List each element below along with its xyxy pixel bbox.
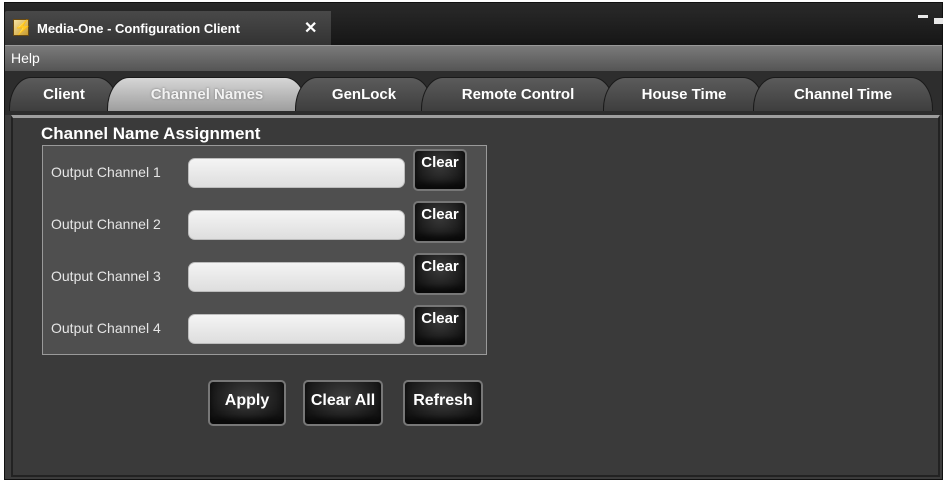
menu-item-help[interactable]: Help (11, 50, 40, 66)
tab-house-time[interactable]: House Time (603, 77, 765, 111)
output-channel-4-input[interactable] (188, 314, 405, 344)
output-channel-4-label: Output Channel 4 (51, 320, 161, 336)
clear-channel-1-button[interactable]: Clear (413, 149, 467, 191)
tab-remote-control[interactable]: Remote Control (421, 77, 615, 111)
tab-genlock[interactable]: GenLock (295, 77, 433, 111)
apply-button[interactable]: Apply (208, 380, 286, 426)
window-title: Media-One - Configuration Client (37, 21, 240, 36)
output-channel-1-label: Output Channel 1 (51, 164, 161, 180)
lightning-icon: ⚡ (13, 19, 32, 36)
app-window: ⚡ Media-One - Configuration Client ✕ Hel… (4, 2, 943, 480)
output-channel-2-input[interactable] (188, 210, 405, 240)
refresh-button[interactable]: Refresh (403, 380, 483, 426)
clear-all-button[interactable]: Clear All (303, 380, 383, 426)
clear-channel-4-button[interactable]: Clear (413, 305, 467, 347)
window-title-tab[interactable]: ⚡ Media-One - Configuration Client ✕ (5, 11, 331, 45)
maximize-icon[interactable] (934, 18, 943, 24)
channel-name-group: Output Channel 1 Clear Output Channel 2 … (42, 145, 487, 355)
output-channel-1-input[interactable] (188, 158, 405, 188)
menu-bar: Help (5, 45, 942, 71)
tab-channel-time[interactable]: Channel Time (753, 77, 933, 111)
clear-channel-2-button[interactable]: Clear (413, 201, 467, 243)
clear-channel-3-button[interactable]: Clear (413, 253, 467, 295)
minimize-icon[interactable] (918, 15, 928, 18)
tab-channel-names[interactable]: Channel Names (107, 77, 307, 111)
tab-client[interactable]: Client (9, 77, 119, 111)
close-icon[interactable]: ✕ (304, 18, 317, 38)
section-title: Channel Name Assignment (41, 124, 261, 143)
output-channel-3-input[interactable] (188, 262, 405, 292)
title-bar: ⚡ Media-One - Configuration Client ✕ (5, 3, 943, 45)
tab-strip: Client Channel Names GenLock Remote Cont… (5, 71, 942, 115)
channel-names-panel: Channel Name Assignment Output Channel 1… (11, 115, 940, 477)
output-channel-3-label: Output Channel 3 (51, 268, 161, 284)
output-channel-2-label: Output Channel 2 (51, 216, 161, 232)
